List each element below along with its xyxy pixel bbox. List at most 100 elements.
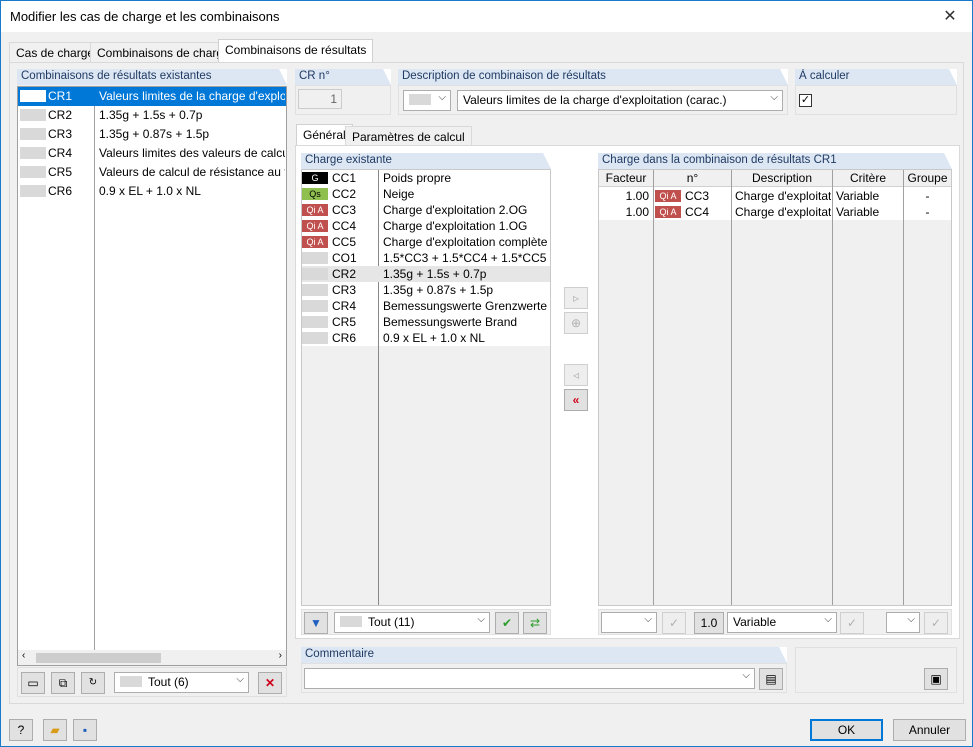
remove-from-combination-icon[interactable]: ◃ [564, 364, 588, 386]
load-code: CC4 [332, 219, 357, 233]
existing-load-item[interactable]: Qs CC2 Neige [302, 186, 550, 202]
existing-load-item[interactable]: CR2 1.35g + 1.5s + 0.7p [302, 266, 550, 282]
description-color-select[interactable]: ⌵ [403, 90, 451, 111]
rc-list-item[interactable]: CR5 Valeurs de calcul de résistance au fe… [18, 163, 286, 182]
tab-load-combinations[interactable]: Combinaisons de charge [90, 42, 237, 63]
rc-description: Valeurs de calcul de résistance au feu [99, 165, 285, 179]
cr-no-field[interactable]: 1 [298, 89, 342, 109]
copy-rc-icon[interactable]: ⧉ [51, 672, 75, 694]
load-code: CC1 [332, 171, 357, 185]
to-calculate-label: À calculer [795, 69, 957, 85]
cell-number: CC3 [685, 189, 710, 203]
rc-color-swatch [20, 90, 46, 102]
existing-load-item[interactable]: CO1 1.5*CC3 + 1.5*CC4 + 1.5*CC5 [302, 250, 550, 266]
existing-load-item[interactable]: CR3 1.35g + 0.87s + 1.5p [302, 282, 550, 298]
close-icon[interactable]: ✕ [928, 1, 972, 32]
rc-description: Valeurs limites des valeurs de calcul [99, 146, 285, 160]
select-invert-icon[interactable]: ⇄ [523, 612, 547, 634]
cancel-button[interactable]: Annuler [893, 719, 966, 741]
remove-all-icon[interactable]: « [564, 389, 588, 411]
ok-button[interactable]: OK [810, 719, 883, 741]
rc-list-item[interactable]: CR3 1.35g + 0.87s + 1.5p [18, 125, 286, 144]
combination-load-header: Charge dans la combinaison de résultats … [598, 153, 952, 169]
rc-list-item[interactable]: CR2 1.35g + 1.5s + 0.7p [18, 106, 286, 125]
factor-value-field[interactable]: 1.0 [694, 612, 724, 634]
existing-load-item[interactable]: G CC1 Poids propre [302, 170, 550, 186]
existing-load-item[interactable]: CR6 0.9 x EL + 1.0 x NL [302, 330, 550, 346]
scroll-right-icon[interactable]: › [279, 650, 282, 661]
tab-result-combinations[interactable]: Combinaisons de résultats [218, 39, 374, 62]
left-toolbar: ▭ ⧉ ↻ Tout (6) ⌵ ✕ [17, 667, 287, 697]
tab-load-cases[interactable]: Cas de charge [9, 42, 102, 63]
apply-factor-icon[interactable]: ✓ [662, 612, 686, 634]
subtab-calc-params[interactable]: Paramètres de calcul [345, 126, 472, 145]
existing-load-item[interactable]: CR5 Bemessungswerte Brand [302, 314, 550, 330]
load-type-badge [302, 300, 328, 312]
rc-code: CR5 [48, 165, 73, 179]
open-folder-icon[interactable]: ▰ [43, 719, 67, 741]
existing-load-item[interactable]: Qi A CC4 Charge d'exploitation 1.OG [302, 218, 550, 234]
load-type-badge [302, 332, 328, 344]
load-description: Bemessungswerte Brand [383, 315, 518, 329]
rc-list-item[interactable]: CR6 0.9 x EL + 1.0 x NL [18, 182, 286, 201]
apply-group-icon[interactable]: ✓ [924, 612, 948, 634]
table-row[interactable]: 1.00 Qi A CC4 Charge d'exploitati Variable - [599, 204, 951, 220]
column-divider [653, 170, 654, 605]
to-calculate-box: ✓ [795, 85, 957, 115]
rc-list-item[interactable]: CR1 Valeurs limites de la charge d'exploi… [18, 87, 286, 106]
rc-description: Valeurs limites de la charge d'exploitat… [99, 89, 285, 103]
apply-criterion-icon[interactable]: ✓ [840, 612, 864, 634]
save-icon[interactable]: ▪ [73, 719, 97, 741]
scrollbar-thumb[interactable] [36, 653, 161, 663]
load-description: Neige [383, 187, 415, 201]
comment-box: ⌵ ▤ [301, 663, 787, 693]
horizontal-scrollbar[interactable]: ‹ › [18, 650, 286, 665]
table-row[interactable]: 1.00 Qi A CC3 Charge d'exploitati Variable - [599, 188, 951, 204]
renumber-icon[interactable]: ↻ [81, 672, 105, 694]
column-divider [731, 170, 732, 605]
description-select[interactable]: Valeurs limites de la charge d'exploitat… [457, 90, 783, 111]
info-edit-icon[interactable]: ▣ [924, 668, 948, 690]
left-filter-select[interactable]: Tout (6) ⌵ [114, 672, 249, 693]
group-select[interactable]: ⌵ [886, 612, 920, 633]
rc-code: CR1 [48, 89, 73, 103]
existing-load-item[interactable]: Qi A CC3 Charge d'exploitation 2.OG [302, 202, 550, 218]
add-with-factor-icon[interactable]: ⊕ [564, 312, 588, 334]
load-type-badge: Qi A [655, 190, 681, 202]
filter-icon[interactable]: ▼ [304, 612, 328, 634]
factor-select[interactable]: ⌵ [601, 612, 657, 633]
rc-description: 1.35g + 1.5s + 0.7p [99, 108, 203, 122]
new-rc-icon[interactable]: ▭ [21, 672, 45, 694]
existing-load-item[interactable]: CR4 Bemessungswerte Grenzwerte [302, 298, 550, 314]
to-calculate-checkbox[interactable]: ✓ [799, 94, 812, 107]
load-description: Poids propre [383, 171, 452, 185]
criterion-select[interactable]: Variable ⌵ [727, 612, 837, 633]
comment-library-icon[interactable]: ▤ [759, 668, 783, 690]
cell-factor: 1.00 [625, 189, 649, 203]
rc-code: CR6 [48, 184, 73, 198]
list-empty-area [302, 346, 550, 605]
load-code: CR3 [332, 283, 357, 297]
load-code: CR2 [332, 267, 357, 281]
comment-label: Commentaire [301, 647, 787, 663]
load-code: CR4 [332, 299, 357, 313]
cell-criterion: Variable [836, 189, 880, 203]
cell-description: Charge d'exploitati [735, 205, 831, 219]
add-to-combination-icon[interactable]: ▹ [564, 287, 588, 309]
window-title: Modifier les cas de charge et les combin… [10, 9, 280, 24]
cell-group: - [925, 205, 930, 219]
help-icon[interactable]: ? [9, 719, 33, 741]
select-all-icon[interactable]: ✔ [495, 612, 519, 634]
load-description: 1.5*CC3 + 1.5*CC4 + 1.5*CC5 [383, 251, 547, 265]
delete-icon[interactable]: ✕ [258, 672, 282, 694]
scroll-left-icon[interactable]: ‹ [22, 650, 25, 661]
comment-input[interactable]: ⌵ [304, 668, 755, 689]
rc-code: CR4 [48, 146, 73, 160]
rc-color-swatch [20, 166, 46, 178]
combination-toolbar: ⌵ ✓ 1.0 Variable ⌵ ✓ ⌵ ✓ [598, 609, 952, 635]
column-divider [903, 170, 904, 605]
rc-list-item[interactable]: CR4 Valeurs limites des valeurs de calcul [18, 144, 286, 163]
load-description: Charge d'exploitation complète [383, 235, 548, 249]
existing-filter-select[interactable]: Tout (11) ⌵ [334, 612, 490, 633]
existing-load-item[interactable]: Qi A CC5 Charge d'exploitation complète [302, 234, 550, 250]
